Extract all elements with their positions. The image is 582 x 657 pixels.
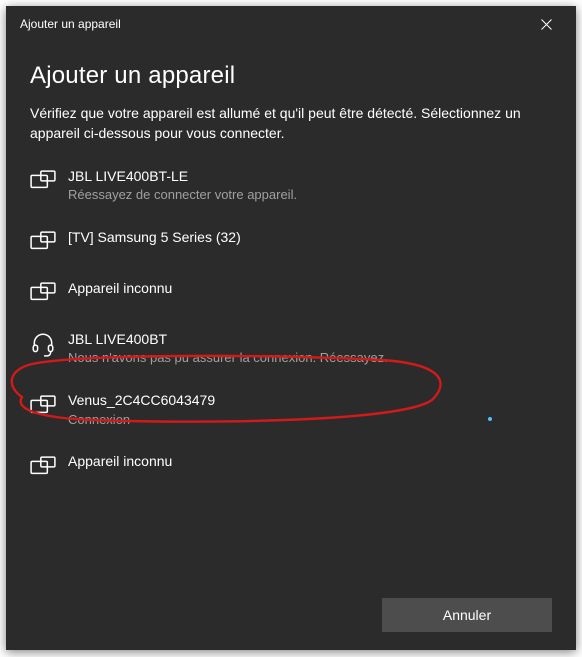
device-status: Connexion [68, 412, 215, 429]
device-status: Nous n'avons pas pu assurer la connexion… [68, 350, 388, 367]
add-device-dialog: Ajouter un appareil Ajouter un appareil … [6, 6, 576, 650]
device-name: Venus_2C4CC6043479 [68, 391, 215, 409]
device-text: [TV] Samsung 5 Series (32) [68, 228, 241, 246]
headset-icon [30, 331, 56, 357]
screens-icon [30, 392, 56, 418]
dialog-subtext: Vérifiez que votre appareil est allumé e… [30, 104, 552, 143]
screens-icon [30, 280, 56, 306]
loading-spinner-icon [488, 417, 492, 421]
device-text: JBL LIVE400BT Nous n'avons pas pu assure… [68, 330, 388, 367]
titlebar-title: Ajouter un appareil [20, 17, 524, 31]
dialog-heading: Ajouter un appareil [30, 62, 552, 90]
device-text: Appareil inconnu [68, 452, 172, 470]
device-text: Venus_2C4CC6043479 Connexion [68, 391, 215, 428]
device-name: Appareil inconnu [68, 279, 172, 297]
titlebar: Ajouter un appareil [6, 6, 576, 42]
device-text: JBL LIVE400BT-LE Réessayez de connecter … [68, 167, 297, 204]
device-item-jbl-live400bt-le[interactable]: JBL LIVE400BT-LE Réessayez de connecter … [30, 155, 552, 216]
dialog-content: Ajouter un appareil Vérifiez que votre a… [6, 42, 576, 584]
screens-icon [30, 168, 56, 194]
device-list: JBL LIVE400BT-LE Réessayez de connecter … [30, 155, 552, 491]
device-name: [TV] Samsung 5 Series (32) [68, 228, 241, 246]
device-item-unknown-1[interactable]: Appareil inconnu [30, 267, 552, 318]
device-name: Appareil inconnu [68, 452, 172, 470]
cancel-button[interactable]: Annuler [382, 598, 552, 632]
close-icon [541, 19, 552, 30]
device-item-unknown-2[interactable]: Appareil inconnu [30, 440, 552, 491]
device-name: JBL LIVE400BT [68, 330, 388, 348]
device-text: Appareil inconnu [68, 279, 172, 297]
screens-icon [30, 229, 56, 255]
device-status: Réessayez de connecter votre appareil. [68, 187, 297, 204]
screens-icon [30, 453, 56, 479]
device-item-jbl-live400bt[interactable]: JBL LIVE400BT Nous n'avons pas pu assure… [30, 318, 552, 379]
device-name: JBL LIVE400BT-LE [68, 167, 297, 185]
device-item-tv-samsung[interactable]: [TV] Samsung 5 Series (32) [30, 216, 552, 267]
close-button[interactable] [524, 9, 568, 39]
dialog-footer: Annuler [6, 584, 576, 650]
device-item-venus[interactable]: Venus_2C4CC6043479 Connexion [30, 379, 552, 440]
